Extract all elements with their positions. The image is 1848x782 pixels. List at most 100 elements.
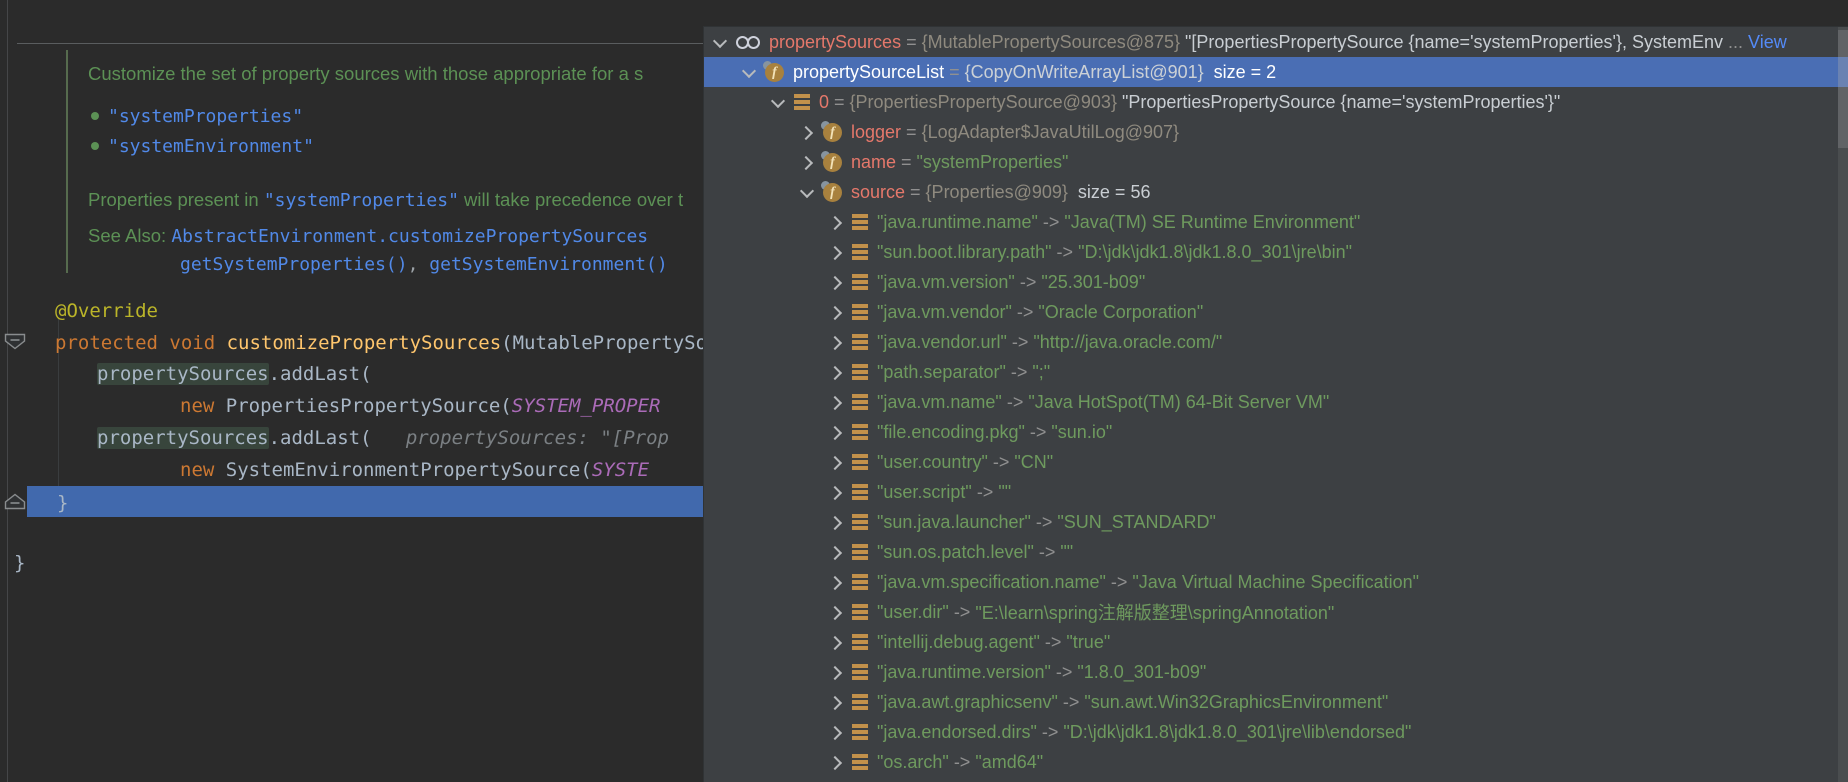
- variable-tree-row[interactable]: "sun.java.launcher" -> "SUN_STANDARD": [704, 507, 1848, 537]
- string-value: "sun.os.patch.level": [877, 542, 1034, 563]
- string-value: "sun.awt.Win32GraphicsEnvironment": [1084, 692, 1388, 713]
- code-line: propertySources.addLast(: [97, 362, 372, 386]
- chevron-right-icon[interactable]: [827, 364, 843, 380]
- element-icon: [852, 394, 868, 410]
- element-icon: [852, 364, 868, 380]
- variable-tree-row[interactable]: "java.endorsed.dirs" -> "D:\jdk\jdk1.8\j…: [704, 717, 1848, 747]
- equals-text: =: [905, 182, 926, 203]
- chevron-right-icon[interactable]: [827, 634, 843, 650]
- variable-name: source: [851, 182, 905, 203]
- chevron-right-icon[interactable]: [827, 514, 843, 530]
- variable-tree-row[interactable]: "java.runtime.version" -> "1.8.0_301-b09…: [704, 657, 1848, 687]
- string-value: "user.country": [877, 452, 988, 473]
- doc-comment-border: [66, 50, 68, 273]
- variable-tree-row[interactable]: "user.script" -> "": [704, 477, 1848, 507]
- element-icon: [852, 334, 868, 350]
- variable-tree-row[interactable]: "user.dir" -> "E:\learn\spring注解版整理\spri…: [704, 597, 1848, 627]
- string-value: "java.vm.vendor": [877, 302, 1012, 323]
- chevron-right-icon[interactable]: [798, 154, 814, 170]
- equals-text: ->: [1006, 362, 1033, 383]
- variable-tree-row[interactable]: "java.vm.name" -> "Java HotSpot(TM) 64-B…: [704, 387, 1848, 417]
- doc-text: See Also:: [88, 225, 171, 246]
- variable-tree-row[interactable]: "os.arch" -> "amd64": [704, 747, 1848, 777]
- keyword-token: protected void: [55, 332, 227, 354]
- string-value: "Oracle Corporation": [1038, 302, 1203, 323]
- chevron-right-icon[interactable]: [827, 664, 843, 680]
- variable-tree-row[interactable]: "java.runtime.name" -> "Java(TM) SE Runt…: [704, 207, 1848, 237]
- variable-tree-row[interactable]: "java.vm.specification.name" -> "Java Vi…: [704, 567, 1848, 597]
- variable-tree-row[interactable]: "path.separator" -> ";": [704, 357, 1848, 387]
- keyword-token: new: [180, 395, 226, 417]
- view-link[interactable]: View: [1748, 32, 1787, 53]
- object-reference: {Properties@909}: [926, 182, 1068, 203]
- value-text: SystemEnvironmentPropertySource(: [226, 459, 592, 481]
- highlighted-token: propertySources: [97, 427, 269, 449]
- variable-tree-row[interactable]: "file.encoding.pkg" -> "sun.io": [704, 417, 1848, 447]
- variable-tree-row[interactable]: "user.country" -> "CN": [704, 447, 1848, 477]
- variable-tree-row[interactable]: "java.vendor.url" -> "http://java.oracle…: [704, 327, 1848, 357]
- doc-dim-text: ,: [408, 254, 430, 275]
- variable-tree-row[interactable]: propertySources = {MutablePropertySource…: [704, 27, 1848, 57]
- chevron-down-icon[interactable]: [711, 34, 727, 50]
- variable-tree-row[interactable]: "java.vm.vendor" -> "Oracle Corporation": [704, 297, 1848, 327]
- chevron-down-icon[interactable]: [740, 64, 756, 80]
- doc-text: Properties present in: [88, 189, 264, 210]
- variable-tree-row[interactable]: "java.vm.version" -> "25.301-b09": [704, 267, 1848, 297]
- variable-tree-row[interactable]: 0 = {PropertiesPropertySource@903} "Prop…: [704, 87, 1848, 117]
- chevron-right-icon[interactable]: [827, 274, 843, 290]
- chevron-down-icon[interactable]: [769, 94, 785, 110]
- scrollbar-thumb[interactable]: [1838, 30, 1848, 148]
- equals-text: ->: [1025, 422, 1052, 443]
- object-reference: {MutablePropertySources@875}: [922, 32, 1180, 53]
- variable-tree-row[interactable]: name = "systemProperties": [704, 147, 1848, 177]
- string-value: "java.runtime.name": [877, 212, 1038, 233]
- element-icon: [852, 754, 868, 770]
- chevron-right-icon[interactable]: [827, 334, 843, 350]
- variable-tree-row[interactable]: propertySourceList = {CopyOnWriteArrayLi…: [704, 57, 1848, 87]
- equals-text: ->: [1034, 542, 1061, 563]
- chevron-right-icon[interactable]: [827, 754, 843, 770]
- variable-tree-row[interactable]: logger = {LogAdapter$JavaUtilLog@907}: [704, 117, 1848, 147]
- variable-tree-row[interactable]: "java.awt.graphicsenv" -> "sun.awt.Win32…: [704, 687, 1848, 717]
- variable-tree-row[interactable]: "intellij.debug.agent" -> "true": [704, 627, 1848, 657]
- value-text: "PropertiesPropertySource {name='systemP…: [1117, 92, 1560, 113]
- chevron-right-icon[interactable]: [827, 214, 843, 230]
- chevron-down-icon[interactable]: [798, 184, 814, 200]
- chevron-right-icon[interactable]: [827, 424, 843, 440]
- equals-text: ->: [1038, 212, 1065, 233]
- doc-line: See Also: AbstractEnvironment.customizeP…: [88, 224, 648, 249]
- watch-icon: [736, 33, 760, 51]
- chevron-right-icon[interactable]: [827, 724, 843, 740]
- element-icon: [852, 634, 868, 650]
- chevron-right-icon[interactable]: [827, 454, 843, 470]
- variable-tree-row[interactable]: source = {Properties@909} size = 56: [704, 177, 1848, 207]
- chevron-right-icon[interactable]: [827, 544, 843, 560]
- equals-text: ->: [1058, 692, 1085, 713]
- chevron-right-icon[interactable]: [827, 244, 843, 260]
- equals-text: ->: [1002, 392, 1029, 413]
- scrollbar[interactable]: [1838, 27, 1848, 782]
- equals-text: ->: [1007, 332, 1034, 353]
- chevron-right-icon[interactable]: [827, 394, 843, 410]
- field-icon: [823, 183, 842, 202]
- element-icon: [852, 574, 868, 590]
- element-icon: [852, 454, 868, 470]
- doc-code-text: "systemProperties": [264, 190, 459, 211]
- element-icon: [852, 604, 868, 620]
- fold-region-start-icon[interactable]: [4, 333, 26, 350]
- object-reference: {CopyOnWriteArrayList@901}: [965, 62, 1204, 83]
- variable-tree-row[interactable]: "sun.os.patch.level" -> "": [704, 537, 1848, 567]
- code-line: }: [14, 551, 25, 575]
- chevron-right-icon[interactable]: [827, 694, 843, 710]
- chevron-right-icon[interactable]: [827, 574, 843, 590]
- field-icon: [823, 153, 842, 172]
- chevron-right-icon[interactable]: [827, 484, 843, 500]
- variable-tree-row[interactable]: "sun.boot.library.path" -> "D:\jdk\jdk1.…: [704, 237, 1848, 267]
- string-value: "sun.io": [1051, 422, 1112, 443]
- fold-region-end-icon[interactable]: [4, 493, 26, 510]
- truncation-ellipsis: ...: [1723, 32, 1748, 53]
- chevron-right-icon[interactable]: [827, 304, 843, 320]
- chevron-right-icon[interactable]: [827, 604, 843, 620]
- string-value: "CN": [1014, 452, 1053, 473]
- chevron-right-icon[interactable]: [798, 124, 814, 140]
